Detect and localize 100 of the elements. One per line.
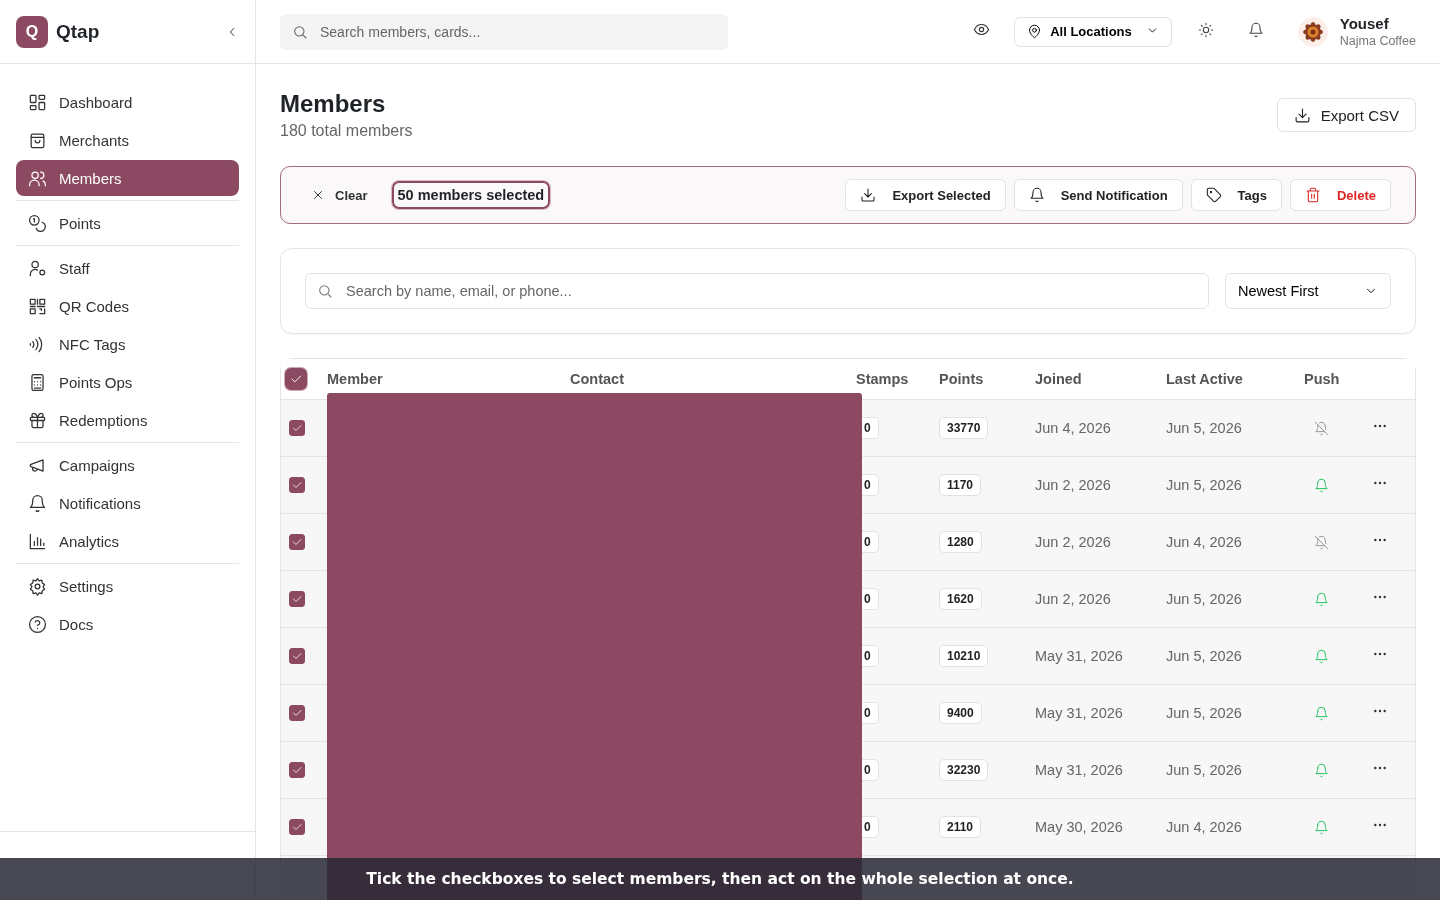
gift-icon xyxy=(28,410,47,430)
action-button[interactable]: Export Selected xyxy=(845,179,1006,211)
bell-icon xyxy=(1314,477,1329,493)
last-active-date: Jun 4, 2026 xyxy=(1166,534,1242,550)
sidebar-item[interactable]: Merchants xyxy=(16,122,239,158)
help-circle-icon xyxy=(28,614,47,634)
bell-icon xyxy=(1314,705,1329,721)
sidebar-item[interactable]: QR Codes xyxy=(16,288,239,324)
bar-chart-icon xyxy=(28,531,47,551)
row-checkbox[interactable] xyxy=(289,648,305,664)
column-header: Last Active xyxy=(1166,371,1243,387)
search-icon xyxy=(317,283,333,299)
points-count: 1280 xyxy=(939,531,982,553)
joined-date: May 31, 2026 xyxy=(1035,705,1123,721)
select-all-checkbox[interactable] xyxy=(285,368,307,390)
download-icon xyxy=(1293,106,1311,124)
column-header: Stamps xyxy=(856,371,909,387)
sidebar-item[interactable]: Members xyxy=(16,160,239,196)
settings-icon xyxy=(28,576,47,596)
column-header: Contact xyxy=(570,371,624,387)
bell-icon xyxy=(1314,762,1329,778)
column-header: Points xyxy=(939,371,984,387)
row-checkbox[interactable] xyxy=(289,420,305,436)
calculator-icon xyxy=(28,372,47,392)
check-icon xyxy=(291,707,303,719)
bell-icon xyxy=(1314,819,1329,835)
action-button[interactable]: Tags xyxy=(1190,179,1282,211)
mandala-icon xyxy=(1297,16,1328,47)
row-checkbox[interactable] xyxy=(289,705,305,721)
location-dropdown[interactable]: All Locations xyxy=(1014,16,1172,47)
last-active-date: Jun 5, 2026 xyxy=(1166,648,1242,664)
bell-icon xyxy=(28,493,47,513)
joined-date: May 31, 2026 xyxy=(1035,648,1123,664)
member-search-field[interactable]: Search by name, email, or phone... xyxy=(305,273,1209,309)
brand-logo: Q xyxy=(16,15,48,48)
action-button[interactable]: Delete xyxy=(1289,179,1391,211)
check-icon xyxy=(291,593,303,605)
search-icon xyxy=(292,23,308,40)
brand-name: Qtap xyxy=(56,20,101,43)
grid-icon xyxy=(28,92,47,112)
bell-off-icon xyxy=(1314,420,1329,436)
points-count: 1620 xyxy=(939,588,982,610)
check-icon xyxy=(291,650,303,662)
joined-date: Jun 2, 2026 xyxy=(1035,591,1111,607)
last-active-date: Jun 5, 2026 xyxy=(1166,477,1242,493)
hint-toast: Tick the checkboxes to select members, then act on the whole selection at once. xyxy=(0,858,1440,900)
eye-icon xyxy=(973,21,991,38)
search-field[interactable]: Search members, cards... xyxy=(280,13,728,50)
last-active-date: Jun 5, 2026 xyxy=(1166,762,1242,778)
sidebar-item[interactable]: Redemptions xyxy=(16,402,239,438)
points-count: 32230 xyxy=(939,759,989,781)
user-cog-icon xyxy=(28,258,47,278)
tag-icon xyxy=(1205,187,1222,203)
sidebar-item[interactable]: Campaigns xyxy=(16,447,239,483)
row-checkbox[interactable] xyxy=(289,819,305,835)
points-count: 10210 xyxy=(939,645,989,667)
sidebar-item[interactable]: Points xyxy=(16,205,239,241)
trash-icon xyxy=(1304,187,1321,203)
sidebar-item[interactable]: NFC Tags xyxy=(16,326,239,362)
joined-date: May 30, 2026 xyxy=(1035,819,1123,835)
map-pin-icon xyxy=(1027,24,1043,39)
sidebar-item[interactable]: Docs xyxy=(16,606,239,642)
points-count: 33770 xyxy=(939,417,989,439)
points-count: 9400 xyxy=(939,702,982,724)
joined-date: May 31, 2026 xyxy=(1035,762,1123,778)
selection-count: 50 members selected xyxy=(391,181,551,209)
clear-button[interactable]: Clear xyxy=(311,187,368,203)
coins-icon xyxy=(28,213,47,233)
sidebar-item[interactable]: Settings xyxy=(16,568,239,604)
sort-dropdown[interactable]: Newest First xyxy=(1225,273,1391,309)
joined-date: Jun 2, 2026 xyxy=(1035,534,1111,550)
row-checkbox[interactable] xyxy=(289,762,305,778)
download-icon xyxy=(860,187,877,203)
last-active-date: Jun 5, 2026 xyxy=(1166,420,1242,436)
last-active-date: Jun 5, 2026 xyxy=(1166,591,1242,607)
action-button[interactable]: Send Notification xyxy=(1013,179,1183,211)
close-icon xyxy=(311,188,325,202)
sidebar-item[interactable]: Staff xyxy=(16,250,239,286)
joined-date: Jun 4, 2026 xyxy=(1035,420,1111,436)
bell-icon xyxy=(1247,21,1264,38)
column-header: Push xyxy=(1304,371,1340,387)
check-icon xyxy=(291,479,303,491)
bell-off-icon xyxy=(1314,534,1329,550)
row-checkbox[interactable] xyxy=(289,534,305,550)
export-csv-button[interactable]: Export CSV xyxy=(1276,98,1416,132)
qr-code-icon xyxy=(28,296,47,316)
bell-icon xyxy=(1028,187,1045,203)
sidebar-item[interactable]: Dashboard xyxy=(16,84,239,120)
sidebar-item[interactable]: Points Ops xyxy=(16,364,239,400)
row-checkbox[interactable] xyxy=(289,477,305,493)
check-icon xyxy=(291,821,303,833)
sidebar-item[interactable]: Notifications xyxy=(16,485,239,521)
sun-icon xyxy=(1197,21,1214,38)
bell-icon xyxy=(1314,591,1329,607)
business-name: Najma Coffee xyxy=(1339,34,1416,48)
row-checkbox[interactable] xyxy=(289,591,305,607)
points-count: 2110 xyxy=(939,816,982,838)
sidebar-item[interactable]: Analytics xyxy=(16,523,239,559)
page-title: Members xyxy=(280,90,387,118)
column-header: Joined xyxy=(1035,371,1082,387)
